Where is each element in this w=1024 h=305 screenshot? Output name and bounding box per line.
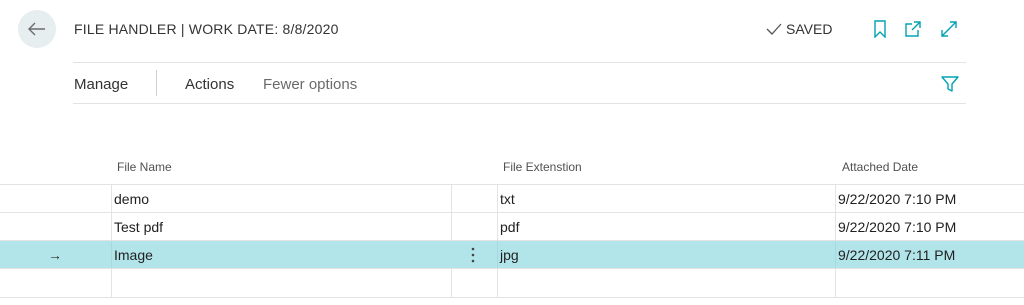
action-bar: Manage Actions Fewer options — [73, 62, 966, 104]
expand-button[interactable] — [940, 20, 958, 38]
table-row-empty[interactable] — [0, 268, 1024, 297]
cell-extension[interactable]: txt — [497, 185, 835, 213]
file-handler-page: FILE HANDLER | WORK DATE: 8/8/2020 SAVED… — [0, 0, 1024, 305]
file-name-text: Image — [114, 247, 153, 263]
cell-extension[interactable]: jpg — [497, 241, 835, 269]
bookmark-button[interactable] — [871, 20, 889, 38]
table-row-selected[interactable]: → Image jpg 9/22/2020 7:11 PM — [0, 240, 1024, 269]
filter-button[interactable] — [940, 74, 960, 94]
extension-text: txt — [500, 191, 515, 207]
bookmark-icon — [874, 20, 886, 38]
column-header-file-extension[interactable]: File Extenstion — [503, 160, 582, 174]
row-indicator-arrow-icon: → — [48, 247, 62, 263]
cell-extension[interactable] — [497, 269, 835, 297]
cell-attached-date[interactable]: 9/22/2020 7:11 PM — [835, 241, 1024, 269]
cell-file-name[interactable]: Test pdf — [111, 213, 451, 241]
attached-date-text: 9/22/2020 7:11 PM — [838, 247, 956, 263]
table-row[interactable]: Test pdf pdf 9/22/2020 7:10 PM — [0, 212, 1024, 241]
checkmark-icon — [766, 23, 782, 35]
filter-icon — [941, 76, 959, 92]
open-new-window-icon — [905, 21, 921, 37]
column-header-attached-date[interactable]: Attached Date — [842, 160, 918, 174]
row-menu-button[interactable] — [466, 241, 480, 269]
action-separator — [156, 70, 157, 96]
column-header-file-name[interactable]: File Name — [117, 160, 172, 174]
extension-text: jpg — [500, 247, 519, 263]
cell-attached-date[interactable]: 9/22/2020 7:10 PM — [835, 185, 1024, 213]
action-manage[interactable]: Manage — [74, 76, 128, 93]
saved-label: SAVED — [786, 21, 833, 37]
action-fewer-options[interactable]: Fewer options — [263, 76, 357, 93]
attached-date-text: 9/22/2020 7:10 PM — [838, 219, 957, 235]
cell-row-actions[interactable] — [451, 213, 497, 241]
attached-date-text: 9/22/2020 7:10 PM — [838, 191, 957, 207]
cell-attached-date[interactable]: 9/22/2020 7:10 PM — [835, 213, 1024, 241]
open-new-window-button[interactable] — [904, 20, 922, 38]
cell-file-name[interactable]: demo — [111, 185, 451, 213]
file-name-text: Test pdf — [114, 219, 164, 235]
cell-attached-date[interactable] — [835, 269, 1024, 297]
grid-bottom-border — [0, 297, 1024, 298]
cell-file-name[interactable]: Image — [111, 241, 451, 269]
file-name-text: demo — [114, 191, 150, 207]
page-title: FILE HANDLER | WORK DATE: 8/8/2020 — [74, 21, 339, 37]
cell-row-actions[interactable] — [451, 185, 497, 213]
back-arrow-icon — [28, 22, 45, 36]
expand-icon — [941, 21, 957, 37]
saved-status: SAVED — [766, 21, 832, 37]
action-actions[interactable]: Actions — [185, 76, 234, 93]
back-button[interactable] — [18, 10, 56, 48]
cell-extension[interactable]: pdf — [497, 213, 835, 241]
table-row[interactable]: demo txt 9/22/2020 7:10 PM — [0, 184, 1024, 213]
more-vertical-icon — [471, 247, 475, 263]
cell-file-name[interactable] — [111, 269, 451, 297]
extension-text: pdf — [500, 219, 520, 235]
cell-row-actions[interactable] — [451, 269, 497, 297]
